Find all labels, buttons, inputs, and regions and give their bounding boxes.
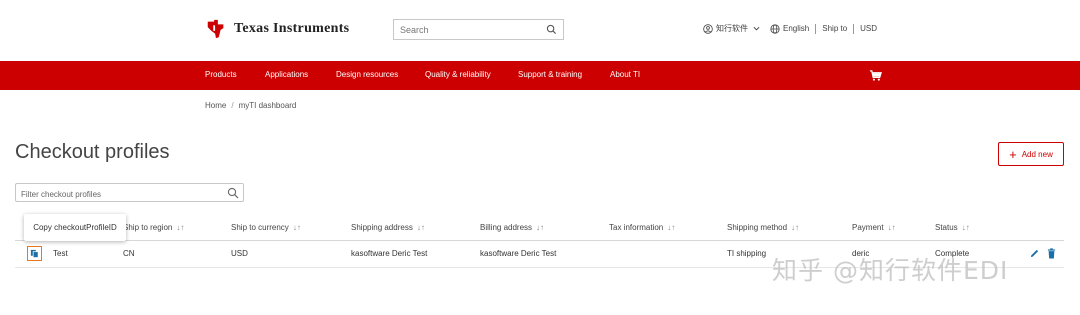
sort-icon[interactable]: ↓↑ xyxy=(888,223,896,232)
cell-shipping-address: kasoftware Deric Test xyxy=(351,249,428,258)
column-label: Payment xyxy=(852,223,884,232)
column-tax-information[interactable]: Tax information ↓↑ xyxy=(609,223,675,232)
language-selector[interactable]: English xyxy=(783,24,809,33)
column-label: Billing address xyxy=(480,223,533,232)
add-new-label: Add new xyxy=(1021,149,1053,159)
copy-tooltip: Copy checkoutProfileID xyxy=(24,214,126,241)
currency-selector[interactable]: USD xyxy=(860,24,877,33)
column-ship-to-currency[interactable]: Ship to currency ↓↑ xyxy=(231,223,301,232)
globe-icon[interactable] xyxy=(770,23,780,34)
column-ship-to-region[interactable]: Ship to region ↓↑ xyxy=(123,223,184,232)
cell-region: CN xyxy=(123,249,135,258)
column-label: Shipping method xyxy=(727,223,788,232)
sort-icon[interactable]: ↓↑ xyxy=(293,223,301,232)
column-status[interactable]: Status ↓↑ xyxy=(935,223,970,232)
column-label: Ship to region xyxy=(123,223,173,232)
page-title: Checkout profiles xyxy=(15,141,170,163)
user-icon[interactable] xyxy=(703,23,713,34)
tooltip-text: Copy checkoutProfileID xyxy=(33,223,117,232)
sort-icon[interactable]: ↓↑ xyxy=(536,223,544,232)
nav-support-training[interactable]: Support & training xyxy=(518,70,582,79)
column-label: Status xyxy=(935,223,958,232)
chevron-down-icon[interactable] xyxy=(753,25,760,32)
copy-profile-id-button[interactable] xyxy=(27,246,42,261)
cell-currency: USD xyxy=(231,249,248,258)
header-utility: 知行软件 English Ship to USD xyxy=(703,23,877,34)
column-shipping-method[interactable]: Shipping method ↓↑ xyxy=(727,223,799,232)
add-new-button[interactable]: + Add new xyxy=(998,142,1064,166)
search-input[interactable] xyxy=(394,20,539,40)
column-payment[interactable]: Payment ↓↑ xyxy=(852,223,896,232)
sort-icon[interactable]: ↓↑ xyxy=(176,223,184,232)
cart-icon[interactable] xyxy=(869,69,882,82)
ship-to-selector[interactable]: Ship to xyxy=(822,24,847,33)
brand-name: Texas Instruments xyxy=(234,21,350,36)
column-shipping-address[interactable]: Shipping address ↓↑ xyxy=(351,223,425,232)
search-box[interactable] xyxy=(393,19,564,40)
table-header-divider xyxy=(15,240,1064,241)
breadcrumb-home[interactable]: Home xyxy=(205,101,226,110)
breadcrumb-separator: / xyxy=(231,101,234,110)
column-billing-address[interactable]: Billing address ↓↑ xyxy=(480,223,544,232)
ti-logo-icon xyxy=(207,19,224,39)
filter-input[interactable] xyxy=(16,186,221,203)
site-header: Texas Instruments 知行软件 English Ship to U… xyxy=(0,0,1080,61)
nav-design-resources[interactable]: Design resources xyxy=(336,70,398,79)
plus-icon: + xyxy=(1009,146,1017,162)
sort-icon[interactable]: ↓↑ xyxy=(667,223,675,232)
breadcrumb: Home / myTI dashboard xyxy=(205,101,296,110)
column-label: Shipping address xyxy=(351,223,413,232)
sort-icon[interactable]: ↓↑ xyxy=(962,223,970,232)
nav-applications[interactable]: Applications xyxy=(265,70,308,79)
divider xyxy=(815,23,817,34)
edit-icon[interactable] xyxy=(1030,249,1039,258)
nav-products[interactable]: Products xyxy=(205,70,237,79)
sort-icon[interactable]: ↓↑ xyxy=(791,223,799,232)
sort-icon[interactable]: ↓↑ xyxy=(417,223,425,232)
cell-billing-address: kasoftware Deric Test xyxy=(480,249,557,258)
cell-shipping-method: TI shipping xyxy=(727,249,767,258)
ti-logo[interactable]: Texas Instruments xyxy=(205,18,349,40)
divider xyxy=(853,23,855,34)
column-label: Tax information xyxy=(609,223,664,232)
cell-profile-name: Test xyxy=(53,249,68,258)
watermark-text: 知乎 @知行软件EDI xyxy=(772,256,1009,285)
column-label: Ship to currency xyxy=(231,223,289,232)
filter-box[interactable] xyxy=(15,183,244,203)
delete-icon[interactable] xyxy=(1047,248,1056,259)
breadcrumb-current[interactable]: myTI dashboard xyxy=(239,101,297,110)
nav-about-ti[interactable]: About TI xyxy=(610,70,640,79)
nav-quality-reliability[interactable]: Quality & reliability xyxy=(425,70,491,79)
copy-icon xyxy=(30,249,39,258)
user-menu-label[interactable]: 知行软件 xyxy=(716,23,748,34)
main-nav: Products Applications Design resources Q… xyxy=(0,61,1080,90)
search-icon[interactable] xyxy=(546,24,557,35)
search-icon[interactable] xyxy=(227,187,239,199)
